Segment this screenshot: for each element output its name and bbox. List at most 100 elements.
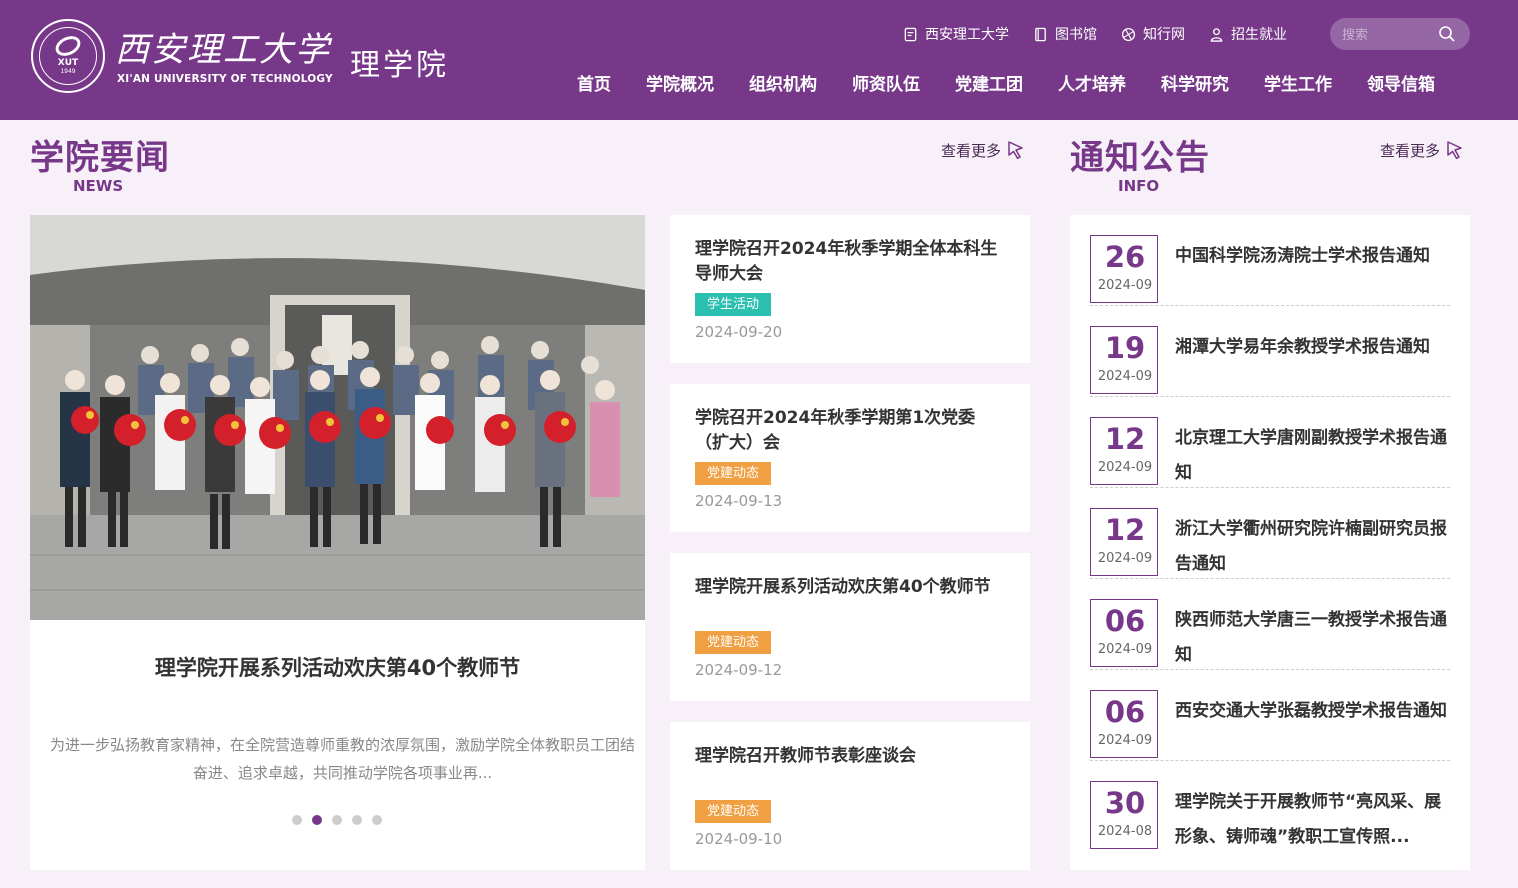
globe-icon [1121,27,1136,41]
toplink-admission[interactable]: 招生就业 [1209,24,1287,44]
carousel-indicators [292,815,382,825]
notice-day: 12 [1104,422,1146,456]
notice-item[interactable]: 06 2024-09 陕西师范大学唐三一教授学术报告通知 [1090,579,1450,670]
notice-list: 26 2024-09 中国科学院汤涛院士学术报告通知 19 2024-09 湘潭… [1070,215,1470,870]
toplink-library[interactable]: 图书馆 [1033,24,1097,44]
notice-year-month: 2024-08 [1097,824,1153,839]
toplink-label: 西安理工大学 [925,27,1009,43]
nav-faculty[interactable]: 师资队伍 [852,70,920,95]
pointer-click-icon [1447,141,1462,160]
notice-day: 26 [1104,240,1146,274]
notice-day: 30 [1104,786,1146,820]
news-more-link[interactable]: 查看更多 [941,139,1027,161]
notice-section-title: 通知公告 [1070,138,1210,178]
carousel-dot[interactable] [352,815,362,825]
nav-students[interactable]: 学生工作 [1264,70,1332,95]
notice-title[interactable]: 理学院关于开展教师节“亮风采、展形象、铸师魂”教职工宣传照... [1175,785,1453,855]
news-date: 2024-09-12 [695,661,783,679]
notice-title[interactable]: 湘潭大学易年余教授学术报告通知 [1175,330,1453,365]
search-icon[interactable] [1438,25,1456,43]
notice-item[interactable]: 19 2024-09 湘潭大学易年余教授学术报告通知 [1090,306,1450,397]
notice-date-box: 06 2024-09 [1090,690,1158,758]
university-name-en: XI'AN UNIVERSITY OF TECHNOLOGY [117,73,333,85]
more-label: 查看更多 [941,141,1002,160]
search-input[interactable] [1340,24,1434,46]
notice-day: 12 [1104,513,1146,547]
notice-item[interactable]: 12 2024-09 浙江大学衢州研究院许楠副研究员报告通知 [1090,488,1450,579]
toplink-label: 图书馆 [1055,27,1097,43]
toplink-label: 知行网 [1143,27,1185,43]
notice-year-month: 2024-09 [1097,642,1153,657]
notice-date-box: 19 2024-09 [1090,326,1158,394]
featured-news-title[interactable]: 理学院开展系列活动欢庆第40个教师节 [30,652,645,682]
news-title[interactable]: 理学院召开教师节表彰座谈会 [695,744,1000,769]
notice-day: 06 [1104,604,1146,638]
seal-year: 1949 [60,68,76,75]
notice-item[interactable]: 30 2024-08 理学院关于开展教师节“亮风采、展形象、铸师魂”教职工宣传照… [1090,761,1450,852]
carousel-dot[interactable] [292,815,302,825]
user-icon [1210,27,1223,42]
news-item[interactable]: 学院召开2024年秋季学期第1次党委（扩大）会 党建动态 2024-09-13 [670,384,1030,532]
news-section-subtitle: NEWS [73,177,124,195]
notice-title[interactable]: 陕西师范大学唐三一教授学术报告通知 [1175,603,1453,673]
carousel-dot[interactable] [372,815,382,825]
notice-date-box: 30 2024-08 [1090,781,1158,849]
nav-organization[interactable]: 组织机构 [749,70,817,95]
site-header: XUT 1949 西安理工大学 XI'AN UNIVERSITY OF TECH… [0,0,1518,120]
nav-mailbox[interactable]: 领导信箱 [1367,70,1435,95]
university-name[interactable]: 西安理工大学 [115,30,331,70]
notice-year-month: 2024-09 [1097,278,1153,293]
news-tag: 党建动态 [695,631,772,654]
notice-title[interactable]: 浙江大学衢州研究院许楠副研究员报告通知 [1175,512,1453,582]
news-title[interactable]: 理学院召开2024年秋季学期全体本科生导师大会 [695,237,1000,287]
toplink-university[interactable]: 西安理工大学 [903,24,1009,44]
seal-text: XUT [57,58,79,68]
book-icon [1035,27,1046,41]
nav-about[interactable]: 学院概况 [646,70,714,95]
top-links: 西安理工大学 图书馆 知行网 招生就业 [903,24,1287,44]
notice-year-month: 2024-09 [1097,460,1153,475]
more-label: 查看更多 [1380,141,1441,160]
carousel-dot[interactable] [332,815,342,825]
nav-research[interactable]: 科学研究 [1161,70,1229,95]
news-title[interactable]: 理学院开展系列活动欢庆第40个教师节 [695,575,1000,600]
notice-date-box: 12 2024-09 [1090,508,1158,576]
carousel-dot-active[interactable] [312,815,322,825]
notice-item[interactable]: 06 2024-09 西安交通大学张磊教授学术报告通知 [1090,670,1450,761]
nav-education[interactable]: 人才培养 [1058,70,1126,95]
notice-year-month: 2024-09 [1097,551,1153,566]
featured-news-photo[interactable] [30,215,645,620]
news-date: 2024-09-13 [695,492,783,510]
main-nav: 首页 学院概况 组织机构 师资队伍 党建工团 人才培养 科学研究 学生工作 领导… [577,70,1435,95]
notice-day: 19 [1104,331,1146,365]
news-title[interactable]: 学院召开2024年秋季学期第1次党委（扩大）会 [695,406,1000,456]
notice-year-month: 2024-09 [1097,733,1153,748]
news-tag: 党建动态 [695,800,772,823]
notice-title[interactable]: 西安交通大学张磊教授学术报告通知 [1175,694,1453,729]
notice-item[interactable]: 12 2024-09 北京理工大学唐刚副教授学术报告通知 [1090,397,1450,488]
notice-section-subtitle: INFO [1118,177,1160,195]
news-tag: 学生活动 [695,293,772,316]
news-item[interactable]: 理学院开展系列活动欢庆第40个教师节 党建动态 2024-09-12 [670,553,1030,701]
news-date: 2024-09-20 [695,323,783,341]
university-seal-logo[interactable]: XUT 1949 [31,19,105,93]
notice-year-month: 2024-09 [1097,369,1153,384]
group-photo-image [30,215,645,620]
nav-party[interactable]: 党建工团 [955,70,1023,95]
news-section-title: 学院要闻 [30,138,170,178]
news-tag: 党建动态 [695,462,772,485]
news-item[interactable]: 理学院召开2024年秋季学期全体本科生导师大会 学生活动 2024-09-20 [670,215,1030,363]
featured-news-summary: 为进一步弘扬教育家精神，在全院营造尊师重教的浓厚氛围，激励学院全体教职员工团结奋… [50,736,636,782]
notice-item[interactable]: 26 2024-09 中国科学院汤涛院士学术报告通知 [1090,215,1450,306]
notice-more-link[interactable]: 查看更多 [1380,139,1466,161]
notice-title[interactable]: 北京理工大学唐刚副教授学术报告通知 [1175,421,1453,491]
notice-title[interactable]: 中国科学院汤涛院士学术报告通知 [1175,239,1453,274]
notice-date-box: 26 2024-09 [1090,235,1158,303]
document-icon [904,27,917,41]
nav-home[interactable]: 首页 [577,70,611,95]
search-box [1330,18,1470,50]
pointer-click-icon [1008,141,1023,160]
news-item[interactable]: 理学院召开教师节表彰座谈会 党建动态 2024-09-10 [670,722,1030,870]
toplink-zhixing[interactable]: 知行网 [1121,24,1185,44]
college-name[interactable]: 理学院 [350,40,449,84]
